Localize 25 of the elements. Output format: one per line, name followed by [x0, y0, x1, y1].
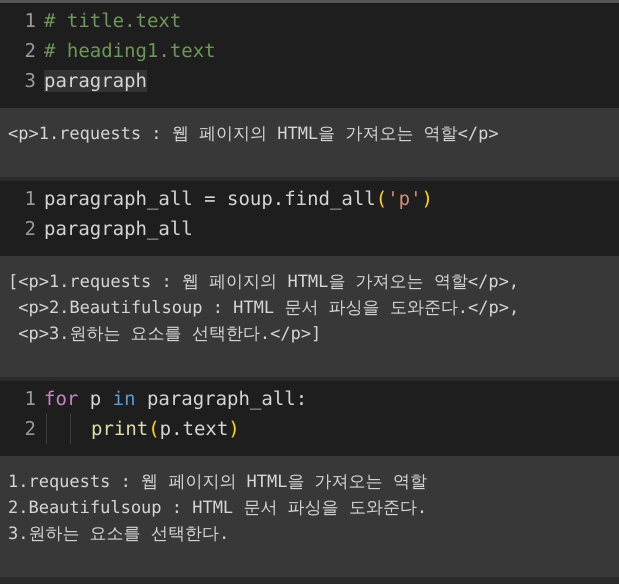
line-number: 3: [24, 70, 37, 92]
code-line: paragraph_all = soup.find_all('p'): [44, 188, 433, 210]
line-number: 1: [24, 388, 37, 410]
output-line: 1.requests : 웹 페이지의 HTML을 가져오는 역할: [8, 471, 428, 494]
line-number: 1: [24, 188, 37, 210]
output-line: 2.Beautifulsoup : HTML 문서 파싱을 도와준다.: [8, 497, 428, 520]
line-number: 2: [24, 418, 37, 440]
code-line: # heading1.text: [44, 40, 216, 62]
code-editor[interactable]: 1 paragraph_all = soup.find_all('p') 2 paragraph_all: [0, 181, 619, 256]
output-line: <p>2.Beautifulsoup : HTML 문서 파싱을 도와준다.</p>,: [17, 297, 520, 320]
code-line: # title.text: [44, 10, 182, 32]
output-line: <p>3.원하는 요소를 선택한다.</p>]: [17, 323, 322, 346]
code-line: paragraph_all: [44, 218, 193, 240]
indent-guide: [46, 414, 47, 444]
code-line: for p in paragraph_all:: [44, 388, 308, 410]
output-line: [<p>1.requests : 웹 페이지의 HTML을 가져오는 역할</p>,: [8, 271, 520, 294]
line-number: 2: [24, 40, 37, 62]
code-editor[interactable]: 1 # title.text 2 # heading1.text 3 paragraph: [0, 3, 619, 108]
output-line: <p>1.requests : 웹 페이지의 HTML을 가져오는 역할</p>: [8, 123, 500, 146]
line-number: 2: [24, 218, 37, 240]
code-line: print(p.text): [91, 418, 240, 440]
indent-guide: [70, 414, 71, 444]
line-number: 1: [24, 10, 37, 32]
code-editor[interactable]: 1 for p in paragraph_all: 2 print(p.text): [0, 381, 619, 456]
output-line: 3.원하는 요소를 선택한다.: [8, 523, 230, 546]
